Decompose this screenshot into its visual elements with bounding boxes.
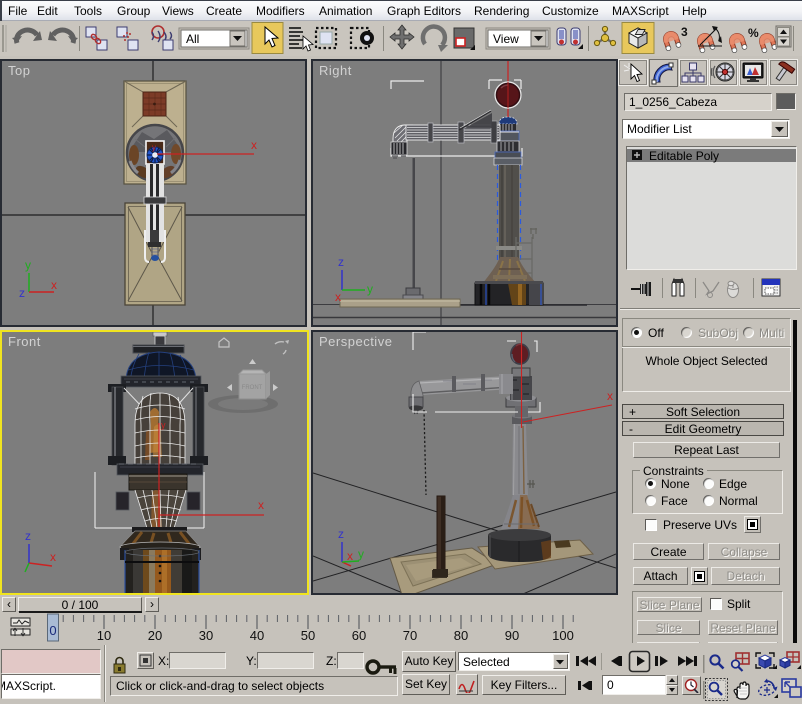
svg-text:40: 40: [250, 628, 264, 643]
svg-text:%: %: [748, 26, 759, 40]
svg-text:All: All: [186, 32, 199, 46]
svg-text:z: z: [338, 255, 344, 269]
svg-text:100: 100: [552, 628, 574, 643]
svg-text:x: x: [335, 290, 341, 304]
svg-text:x: x: [347, 549, 353, 563]
svg-text:50: 50: [301, 628, 315, 643]
svg-text:x: x: [251, 138, 257, 152]
svg-text:80: 80: [454, 628, 468, 643]
svg-text:y: y: [161, 420, 166, 430]
svg-text:x: x: [50, 550, 56, 564]
svg-text:20: 20: [148, 628, 162, 643]
svg-text:60: 60: [352, 628, 366, 643]
svg-text:y: y: [367, 282, 373, 296]
svg-text:0: 0: [49, 623, 56, 638]
svg-text:90: 90: [505, 628, 519, 643]
svg-text:x: x: [51, 278, 57, 292]
svg-text:10: 10: [97, 628, 111, 643]
svg-text:z: z: [338, 527, 344, 541]
svg-text:30: 30: [199, 628, 213, 643]
svg-text:70: 70: [403, 628, 417, 643]
svg-text:z: z: [25, 529, 31, 543]
svg-text:x: x: [258, 498, 264, 512]
svg-text:x: x: [607, 389, 613, 403]
svg-text:y: y: [25, 258, 31, 272]
svg-text:z: z: [19, 286, 25, 300]
svg-text:View: View: [493, 32, 519, 46]
svg-text:y: y: [358, 547, 364, 561]
svg-text:3: 3: [681, 25, 688, 39]
svg-text:y: y: [152, 143, 156, 152]
svg-text:FRONT: FRONT: [242, 385, 263, 391]
